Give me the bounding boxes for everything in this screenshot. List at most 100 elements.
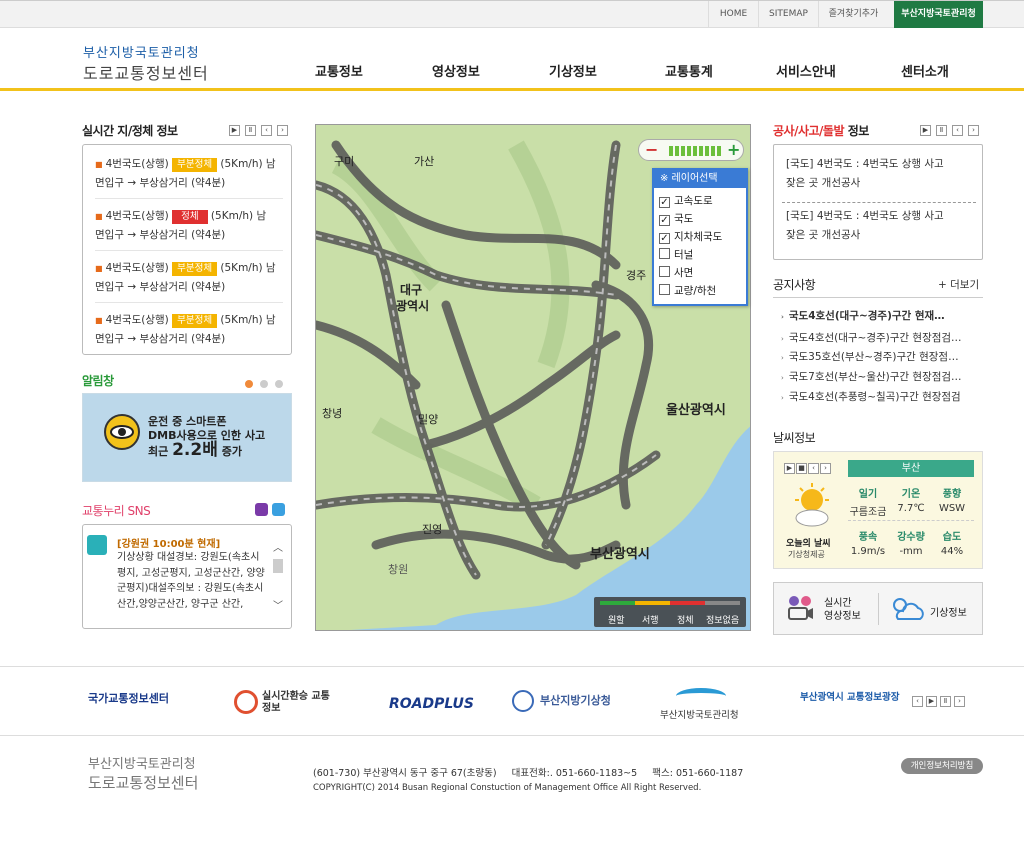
list-item[interactable]: ■ 4번국도(상행) 부분정체 (5Km/h) 남 면입구 → 부상삼거리 (약4분… (95, 311, 285, 348)
checkbox-checked-icon: ✓ (659, 197, 670, 208)
list-item[interactable]: [국도] 4번국도 : 4번국도 상행 사고 잦은 곳 개선공사 (786, 155, 944, 193)
next-icon[interactable]: › (820, 463, 831, 474)
notice-title: 공지사항 (773, 278, 816, 292)
scroll-down-icon[interactable]: ﹀ (273, 597, 283, 612)
play-icon[interactable]: ▶ (784, 463, 795, 474)
nav-stats[interactable]: 교통통계 (665, 61, 713, 80)
pause-icon[interactable]: Ⅱ (936, 125, 947, 136)
list-item[interactable]: › 국도4호선(대구~경주)구간 현장점검… (781, 328, 962, 349)
layer-option[interactable]: 교량/하천 (659, 282, 716, 300)
zoom-level-bar[interactable] (669, 146, 721, 156)
list-item[interactable]: › 국도4호선(추풍령~칠곡)구간 현장점검 (781, 387, 961, 408)
next-icon[interactable]: › (277, 125, 288, 136)
nav-video[interactable]: 영상정보 (432, 61, 480, 80)
sns-body: 기상상황 대설경보: 강원도(속초시평지, 고성군평지, 고성군산간, 양양군평… (117, 552, 265, 610)
partner-logo[interactable]: 부산광역시 교통정보광장 (800, 692, 906, 704)
list-item[interactable]: ■ 4번국도(상행) 부분정체 (5Km/h) 남 면입구 → 부상삼거리 (약4분… (95, 259, 285, 296)
nav-about[interactable]: 센터소개 (901, 61, 949, 80)
weather-link[interactable]: 기상정보 (930, 604, 967, 619)
more-link[interactable]: + 더보기 (938, 277, 979, 292)
partner-logo[interactable]: 실시간환승 교통정보 (262, 691, 336, 715)
weather-header: 풍속 (858, 532, 878, 543)
prev-icon[interactable]: ‹ (808, 463, 819, 474)
layer-option[interactable]: ✓ 지차체국도 (659, 228, 722, 246)
list-item[interactable]: [국도] 4번국도 : 4번국도 상행 사고 잦은 곳 개선공사 (786, 207, 944, 245)
city-label: 밀양 (418, 413, 439, 426)
prev-icon[interactable]: ‹ (952, 125, 963, 136)
partner-logo[interactable]: ROADPLUS (389, 696, 474, 712)
scroll-up-icon[interactable]: ︿ (273, 539, 283, 554)
bookmark-link[interactable]: 즐겨찾기추가 (818, 1, 888, 28)
nav-traffic[interactable]: 교통정보 (315, 61, 363, 80)
weather-value: 구름조금 (849, 507, 887, 518)
org-link[interactable]: 부산지방국토관리청 (894, 1, 983, 28)
slide-dot[interactable] (260, 380, 268, 388)
bus-icon (87, 535, 107, 555)
legend-label: 서행 (642, 616, 659, 626)
quick-links: 실시간 영상정보 기상정보 (773, 582, 983, 635)
scrollbar-thumb[interactable] (273, 559, 283, 573)
layer-option[interactable]: ✓ 고속도로 (659, 192, 713, 210)
logo-center[interactable]: 도로교통정보센터 (83, 60, 209, 84)
checkbox-checked-icon: ✓ (659, 215, 670, 226)
home-link[interactable]: HOME (708, 1, 758, 28)
divider (95, 302, 283, 303)
list-item[interactable]: ■ 4번국도(상행) 부분정체 (5Km/h) 남 면입구 → 부상삼거리 (약4분… (95, 155, 285, 192)
divider (0, 666, 1024, 667)
list-item[interactable]: › 국도35호선(부산~경주)구간 현장점… (781, 347, 959, 368)
layer-option[interactable]: 터널 (659, 246, 693, 264)
play-icon[interactable]: ▶ (926, 696, 937, 707)
cctv-link[interactable]: 실시간 영상정보 (824, 597, 861, 623)
zoom-in-icon[interactable]: + (727, 140, 740, 160)
pause-icon[interactable]: Ⅱ (940, 696, 951, 707)
city-label: 창원 (388, 563, 409, 576)
city-label: 울산광역시 (666, 403, 726, 418)
logo-org[interactable]: 부산지방국토관리청 (83, 42, 200, 61)
nav-weather[interactable]: 기상정보 (549, 61, 597, 80)
next-icon[interactable]: › (954, 696, 965, 707)
play-icon[interactable]: ▶ (920, 125, 931, 136)
footer-org: 부산지방국토관리청 (88, 757, 196, 772)
divider (773, 297, 983, 298)
list-item[interactable]: ■ 4번국도(상행) 정체 (5Km/h) 남 면입구 → 부상삼거리 (약4분) (95, 207, 285, 244)
nav-service[interactable]: 서비스안내 (776, 61, 836, 80)
city-label: 대구 (400, 283, 423, 297)
route: 면입구 → 부상삼거리 (약4분) (95, 333, 226, 345)
layer-selector: ※ 레이어선택 ✓ 고속도로 ✓ 국도 ✓ 지차체국도 터널 사면 교량/하천 (652, 168, 748, 306)
layer-option[interactable]: ✓ 국도 (659, 210, 693, 228)
slide-dot-active[interactable] (245, 380, 253, 388)
prev-icon[interactable]: ‹ (912, 696, 923, 707)
next-icon[interactable]: › (968, 125, 979, 136)
partner-logo[interactable]: 부산지방기상청 (540, 692, 611, 708)
slide-dot[interactable] (275, 380, 283, 388)
layer-option[interactable]: 사면 (659, 264, 693, 282)
pause-icon[interactable]: Ⅱ (245, 125, 256, 136)
list-item[interactable]: › 국도4호선(대구~경주)구간 현재… (781, 306, 945, 327)
divider (878, 593, 879, 625)
weather-header: 풍향 (942, 489, 962, 500)
city-label: 창녕 (322, 407, 343, 420)
zoom-out-icon[interactable]: − (645, 140, 658, 160)
speed: (5Km/h) 남 (220, 158, 276, 170)
sitemap-link[interactable]: SITEMAP (758, 1, 818, 28)
city-label: 진영 (422, 523, 443, 536)
sns-icon[interactable] (255, 503, 268, 516)
partner-logo[interactable]: 부산지방국토관리청 (660, 707, 739, 721)
route: 면입구 → 부상삼거리 (약4분) (95, 281, 226, 293)
play-icon[interactable]: ▶ (229, 125, 240, 136)
map-legend: 원할 서행 정체 정보없음 (594, 597, 746, 627)
checkbox-checked-icon: ✓ (659, 233, 670, 244)
partner-logo[interactable]: 국가교통정보센터 (88, 690, 169, 706)
list-item[interactable]: › 국도7호선(부산~울산)구간 현장점검… (781, 367, 962, 388)
privacy-button[interactable]: 개인정보처리방침 (901, 758, 983, 774)
stop-icon[interactable]: ■ (796, 463, 807, 474)
layer-title: ※ 레이어선택 (654, 170, 746, 188)
zoom-control[interactable]: − + (638, 139, 744, 161)
kma-logo-icon (512, 690, 534, 712)
prev-icon[interactable]: ‹ (261, 125, 272, 136)
footer-copyright: COPYRIGHT(C) 2014 Busan Regional Constuc… (313, 783, 702, 793)
twitter-icon[interactable] (272, 503, 285, 516)
weather-today: 오늘의 날씨 (786, 539, 831, 549)
weather-city: 부산 (848, 460, 974, 477)
checkbox-icon (659, 284, 670, 295)
